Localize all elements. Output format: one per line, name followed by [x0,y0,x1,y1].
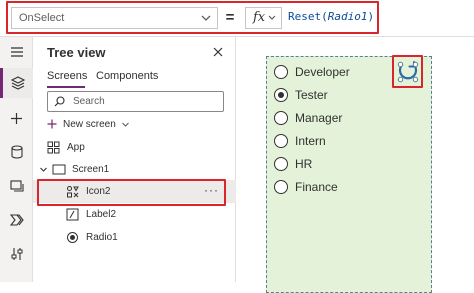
radio-label: Finance [295,180,338,194]
radio-option-finance[interactable]: Finance [274,178,338,196]
tree-item-label: Label2 [86,209,117,220]
tree-item-radio1[interactable]: Radio1 [33,226,236,249]
chevron-down-icon [268,15,276,20]
database-icon [10,145,23,159]
tree-item-icon2[interactable]: Icon2 ··· [33,180,236,203]
radio-option-tester[interactable]: Tester [274,86,328,104]
radio-button[interactable] [274,65,288,79]
tree-item-label: Screen1 [72,164,110,175]
radio-button[interactable] [274,111,288,125]
radio-button-selected[interactable] [274,88,288,102]
tree-item-label: Icon2 [86,186,111,197]
chevron-down-icon [121,122,129,127]
icon-control-icon [67,186,79,198]
plus-icon [47,119,57,129]
radio-button[interactable] [274,157,288,171]
radio-option-manager[interactable]: Manager [274,109,342,127]
reset-icon-button[interactable] [392,55,423,88]
rail-insert-button[interactable] [0,103,33,133]
rail-automate-button[interactable] [0,205,33,235]
rail-menu-button[interactable] [0,37,33,67]
app-canvas: Developer Tester Manager Intern HR Finan… [237,37,474,293]
tree-item-app[interactable]: App [33,136,236,159]
radio-option-developer[interactable]: Developer [274,63,350,81]
media-icon [9,179,24,192]
chevron-down-icon[interactable] [39,165,48,174]
rail-tree-view-button[interactable] [0,68,33,98]
tab-components[interactable]: Components [96,70,158,82]
reset-icon [397,60,418,82]
more-options-button[interactable]: ··· [204,183,219,197]
radio-group[interactable]: Developer Tester Manager Intern HR Finan… [266,56,432,293]
search-placeholder: Search [73,96,105,107]
search-icon [54,96,65,107]
layers-icon [11,76,25,90]
formula-close-paren: ) [367,10,375,23]
power-automate-icon [9,214,24,226]
tree-view-panel: Tree view Screens Components Search New … [33,37,236,282]
new-screen-button[interactable]: New screen [47,117,130,131]
close-icon[interactable] [212,46,224,58]
radio-label: Manager [295,111,343,125]
radio-label: Developer [295,65,350,79]
screen-icon [52,164,66,175]
equals-sign: = [225,9,235,26]
new-screen-label: New screen [63,118,116,130]
property-value: OnSelect [19,12,65,24]
radio-button[interactable] [274,180,288,194]
formula-bar: OnSelect = fx Reset(Radio1) [0,0,474,37]
label-control-icon [66,208,79,221]
tree-item-label: Radio1 [86,232,118,243]
radio-label: HR [295,157,313,171]
tree-item-label2[interactable]: Label2 [33,203,236,226]
tab-screens[interactable]: Screens [47,70,87,82]
radio-control-icon [67,232,78,243]
tree-item-screen1[interactable]: Screen1 [33,158,236,181]
tree-item-label: App [67,142,85,153]
radio-option-intern[interactable]: Intern [274,132,326,150]
property-dropdown[interactable]: OnSelect [11,7,218,29]
panel-title: Tree view [47,45,106,60]
radio-option-hr[interactable]: HR [274,155,312,173]
chevron-down-icon [201,15,211,21]
formula-open-paren: ( [321,10,328,23]
radio-label: Intern [295,134,326,148]
formula-argument: Radio1 [327,10,368,23]
rail-data-button[interactable] [0,137,33,167]
left-rail [0,37,33,282]
fx-button[interactable]: fx [245,7,282,29]
rail-tools-button[interactable] [0,239,33,269]
formula-function: Reset [288,10,322,23]
hamburger-icon [10,47,23,57]
search-input[interactable]: Search [47,91,224,112]
fx-label: fx [253,10,266,25]
active-tab-indicator [47,86,85,88]
rail-media-button[interactable] [0,171,33,201]
advanced-tools-icon [11,248,22,260]
radio-label: Tester [295,88,328,102]
radio-button[interactable] [274,134,288,148]
plus-icon [11,112,22,124]
formula-input[interactable]: Reset(Radio1) [288,10,374,23]
app-icon [47,141,60,154]
